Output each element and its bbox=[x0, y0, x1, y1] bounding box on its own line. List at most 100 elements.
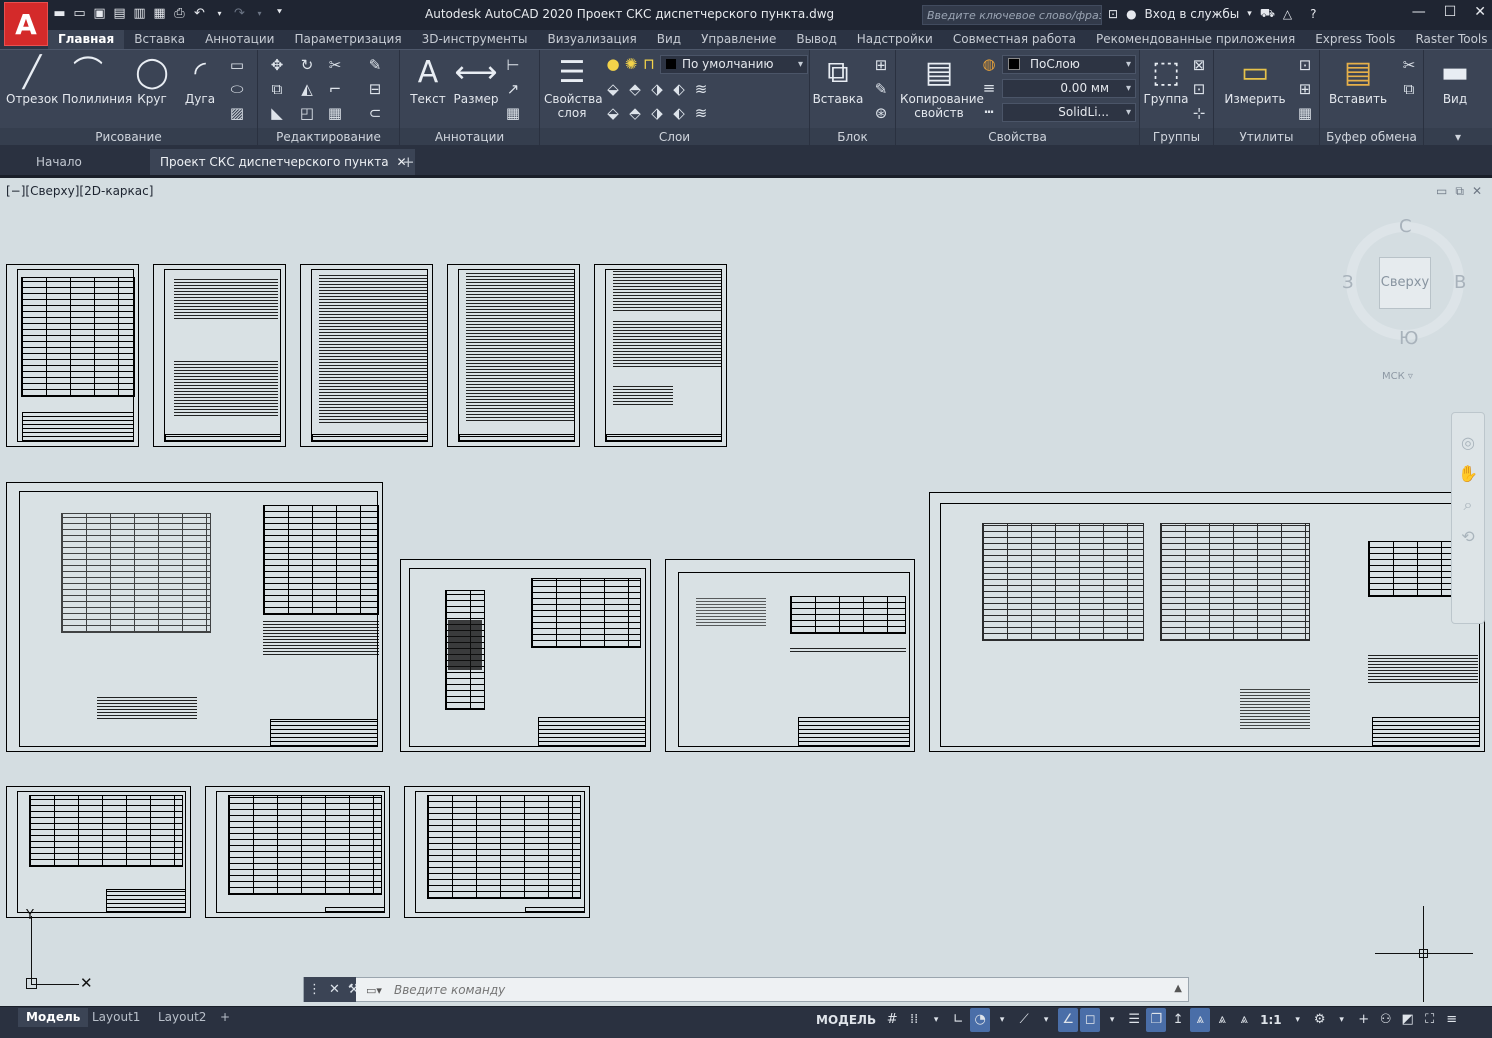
drawing-sheet[interactable] bbox=[447, 264, 580, 447]
drawing-sheet[interactable] bbox=[6, 786, 191, 918]
panel-layers-title[interactable]: Слои bbox=[540, 128, 809, 146]
linear-dim-icon[interactable]: ⊢ bbox=[504, 56, 522, 74]
select-all-icon[interactable]: ⊞ bbox=[1296, 80, 1314, 98]
recent-commands-icon[interactable]: ▭▾ bbox=[366, 984, 382, 997]
mirror-icon[interactable]: ◭ bbox=[298, 80, 316, 98]
panel-draw-title[interactable]: Рисование bbox=[0, 128, 257, 146]
line-button[interactable]: ╱ Отрезок bbox=[6, 54, 58, 106]
wcs-menu[interactable]: МСК ▿ bbox=[1382, 371, 1413, 382]
annotation-monitor-icon[interactable]: + bbox=[1354, 1008, 1374, 1032]
lineweight-icon[interactable]: ≡ bbox=[980, 79, 998, 97]
model-space-toggle[interactable]: МОДЕЛЬ bbox=[812, 1008, 880, 1032]
search-binoculars-icon[interactable]: ⊡ bbox=[1108, 7, 1118, 21]
viewcube-west[interactable]: З bbox=[1342, 272, 1354, 293]
layer-freeze-all-icon[interactable]: ⬘ bbox=[626, 104, 644, 122]
layer-on-icon[interactable]: ● bbox=[604, 55, 622, 73]
layer-unisolate-icon[interactable]: ⬖ bbox=[670, 80, 688, 98]
ribbon-tab[interactable]: Надстройки bbox=[847, 30, 943, 49]
viewcube-south[interactable]: Ю bbox=[1399, 328, 1418, 349]
drawing-sheet[interactable] bbox=[929, 492, 1485, 752]
grid-icon[interactable]: # bbox=[882, 1008, 902, 1032]
scale-icon[interactable]: ◰ bbox=[298, 104, 316, 122]
ribbon-tab[interactable]: Рекомендованные приложения bbox=[1086, 30, 1305, 49]
group-select-icon[interactable]: ⊹ bbox=[1190, 104, 1208, 122]
workspace-gear-icon[interactable]: ⚙ bbox=[1310, 1008, 1330, 1032]
clean-screen-icon[interactable]: ⛶ bbox=[1420, 1008, 1440, 1032]
redo-dropdown-icon[interactable]: ▾ bbox=[252, 6, 267, 21]
ortho-icon[interactable]: ∟ bbox=[948, 1008, 968, 1032]
explode-icon[interactable]: ⊟ bbox=[366, 80, 384, 98]
minimize-icon[interactable]: — bbox=[1412, 4, 1426, 20]
group-button[interactable]: ⬚ Группа bbox=[1140, 54, 1192, 106]
zoom-extents-icon[interactable]: ⌕ bbox=[1452, 495, 1484, 515]
rotate-icon[interactable]: ↻ bbox=[298, 56, 316, 74]
insert-block-button[interactable]: ⧉ Вставка bbox=[812, 54, 864, 106]
layer-match-icon[interactable]: ⬙ bbox=[604, 80, 622, 98]
layout-tab[interactable]: Layout1 bbox=[84, 1008, 148, 1027]
leader-icon[interactable]: ↗ bbox=[504, 80, 522, 98]
layer-dropdown[interactable]: По умолчанию bbox=[660, 55, 808, 74]
lineweight-dropdown[interactable]: 0.00 мм bbox=[1002, 79, 1136, 98]
layer-off-icon[interactable]: ⬙ bbox=[604, 104, 622, 122]
linetype-dropdown[interactable]: SolidLi... bbox=[1002, 103, 1136, 122]
print-icon[interactable]: ⎙ bbox=[172, 6, 187, 21]
annotation-scale-icon[interactable]: ⩓ bbox=[1234, 1008, 1254, 1032]
annotation-visibility-icon[interactable]: ⩓ bbox=[1190, 1008, 1211, 1032]
edit-block-icon[interactable]: ✎ bbox=[872, 80, 890, 98]
help-icon[interactable]: ? bbox=[1310, 7, 1316, 21]
dynamic-ucs-icon[interactable]: ↥ bbox=[1168, 1008, 1188, 1032]
undo-dropdown-icon[interactable]: ▾ bbox=[212, 6, 227, 21]
match-properties-button[interactable]: ▤ Копирование свойств bbox=[900, 54, 984, 120]
save-web-icon[interactable]: ▦ bbox=[152, 6, 167, 21]
snap-icon[interactable]: ⁞⁞ bbox=[904, 1008, 924, 1032]
linetype-icon[interactable]: ┅ bbox=[980, 103, 998, 121]
panel-annotation-title[interactable]: Аннотации bbox=[400, 128, 539, 146]
snap-dropdown-icon[interactable]: ▾ bbox=[926, 1008, 946, 1032]
ribbon-tab[interactable]: Вид bbox=[647, 30, 691, 49]
viewport-restore-icon[interactable]: ⧉ bbox=[1455, 184, 1464, 199]
drawing-sheet[interactable] bbox=[153, 264, 286, 447]
new-icon[interactable]: ▬ bbox=[52, 6, 67, 21]
calculator-icon[interactable]: ▦ bbox=[1296, 104, 1314, 122]
boundary-icon[interactable]: ▨ bbox=[228, 104, 246, 122]
drawing-sheet[interactable] bbox=[6, 264, 139, 447]
copy-icon[interactable]: ⧉ bbox=[268, 80, 286, 98]
layer-lock-all-icon[interactable]: ⬖ bbox=[670, 104, 688, 122]
panel-view-expander[interactable]: ▾ bbox=[1424, 128, 1492, 146]
ribbon-tab[interactable]: Параметризация bbox=[284, 30, 411, 49]
block-attribute-icon[interactable]: ⊛ bbox=[872, 104, 890, 122]
panel-properties-title[interactable]: Свойства bbox=[896, 128, 1139, 146]
sign-in-dropdown-icon[interactable]: ▾ bbox=[1247, 9, 1252, 19]
circle-button[interactable]: ◯ Круг bbox=[126, 54, 178, 106]
create-block-icon[interactable]: ⊞ bbox=[872, 56, 890, 74]
move-icon[interactable]: ✥ bbox=[268, 56, 286, 74]
rectangle-icon[interactable]: ▭ bbox=[228, 56, 246, 74]
drawing-sheet[interactable] bbox=[205, 786, 390, 918]
open-icon[interactable]: ▭ bbox=[72, 6, 87, 21]
drawing-sheet[interactable] bbox=[665, 559, 915, 752]
redo-icon[interactable]: ↷ bbox=[232, 6, 247, 21]
tab-drawing[interactable]: Проект СКС диспетчерского пункта ✕ bbox=[150, 149, 415, 175]
pan-icon[interactable]: ✋ bbox=[1452, 464, 1484, 483]
workspace-dropdown-icon[interactable]: ▾ bbox=[1332, 1008, 1352, 1032]
layout-tab[interactable]: Модель bbox=[18, 1008, 89, 1027]
trim-icon[interactable]: ✂ bbox=[326, 56, 344, 74]
viewport-controls-label[interactable]: [−][Сверху][2D-каркас] bbox=[6, 184, 153, 198]
polyline-button[interactable]: ⌒ Полилиния bbox=[62, 54, 132, 106]
layer-freeze-icon[interactable]: ✺ bbox=[622, 55, 640, 73]
drawing-viewport[interactable]: [−][Сверху][2D-каркас] ▭ ⧉ ✕ С Ю З В Све… bbox=[0, 178, 1492, 1006]
measure-button[interactable]: ▭ Измерить bbox=[1224, 54, 1286, 106]
osnap-dropdown-icon[interactable]: ▾ bbox=[1102, 1008, 1122, 1032]
object-snap-tracking-icon[interactable]: ∠ bbox=[1058, 1008, 1079, 1032]
drawing-sheet[interactable] bbox=[594, 264, 727, 447]
viewcube-east[interactable]: В bbox=[1454, 272, 1466, 293]
grip-icon[interactable]: ⋮ bbox=[308, 982, 321, 997]
isodraft-dropdown-icon[interactable]: ▾ bbox=[1036, 1008, 1056, 1032]
panel-utilities-title[interactable]: Утилиты bbox=[1214, 128, 1319, 146]
undo-icon[interactable]: ↶ bbox=[192, 6, 207, 21]
isolate-objects-icon[interactable]: ◩ bbox=[1398, 1008, 1418, 1032]
panel-clipboard-title[interactable]: Буфер обмена bbox=[1320, 128, 1423, 146]
command-input[interactable] bbox=[356, 978, 1188, 1001]
layout-tab[interactable]: Layout2 bbox=[150, 1008, 214, 1027]
sign-in-link[interactable]: Вход в службы bbox=[1145, 7, 1240, 21]
